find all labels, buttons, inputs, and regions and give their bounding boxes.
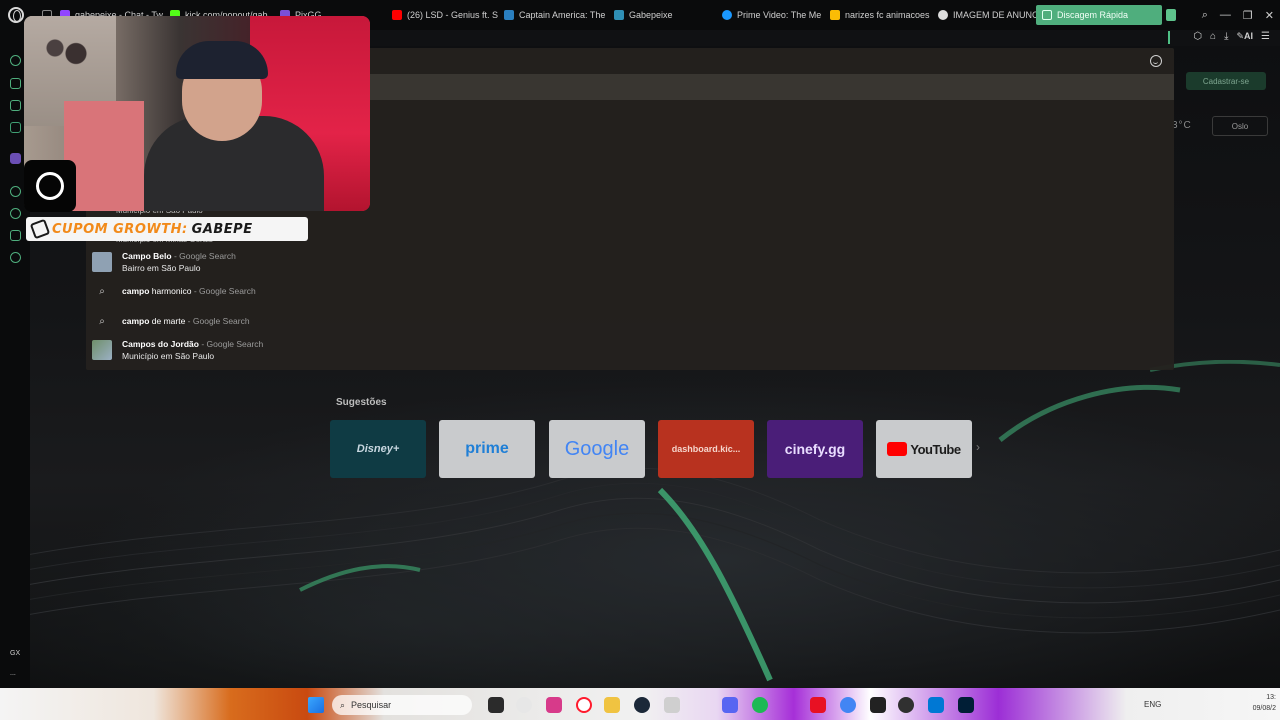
suggestion-item[interactable]: Campo Belo - Google Search Bairro em São… [92,249,392,275]
play-circle-icon[interactable] [10,186,21,197]
extensions-icon[interactable]: ⬡ [1193,31,1202,42]
steam-icon[interactable] [634,697,650,713]
google-drive-favicon-icon [830,10,840,20]
speed-dial-disney[interactable]: Disney+ [330,420,426,478]
tab-imagem-anuncio[interactable]: IMAGEM DE ANUNCI [932,0,1036,30]
speed-dial-google[interactable]: Google [549,420,645,478]
place-thumbnail [92,340,112,360]
menu-icon[interactable]: ☰ [1261,31,1270,42]
streamer-cap [176,41,268,79]
extensions-sidebar-icon[interactable] [10,230,21,241]
wallet-icon[interactable]: ⌂ [1210,31,1216,42]
discord-icon[interactable] [722,697,738,713]
gx-control-icon[interactable] [10,55,21,66]
suggestion-item[interactable]: ⌕ campo harmonico - Google Search [92,278,392,304]
close-icon[interactable]: ✕ [1265,9,1274,22]
app-icon[interactable] [516,697,532,713]
place-thumbnail [92,252,112,272]
taskbar-search[interactable]: ⌕ Pesquisar [332,695,472,715]
chrome-icon[interactable] [840,697,856,713]
download-icon[interactable]: ⤓ [1224,31,1228,42]
obs-icon[interactable] [898,697,914,713]
app-icon[interactable] [664,697,680,713]
toolbar-icons: ⬡ ⌂ ⤓ ✎AI ☰ [1193,31,1270,42]
history-icon[interactable] [10,208,21,219]
app-icon[interactable] [928,697,944,713]
speed-dial-kick-dashboard[interactable]: dashboard.kic... [658,420,754,478]
settings-gear-icon[interactable] [10,252,21,263]
app-icon[interactable] [870,697,886,713]
tab-drive-narizes[interactable]: narizes fc animacoes [824,0,932,30]
speed-dial-next-arrow[interactable]: › [976,440,980,454]
tab-discagem-rapida[interactable]: Discagem Rápida [1036,5,1162,25]
copilot-icon[interactable] [546,697,562,713]
page-favicon-icon [614,10,624,20]
speed-dial-cinefy[interactable]: cinefy.gg [767,420,863,478]
search-icon: ⌕ [99,315,105,327]
sidebar-more-button[interactable]: ... [10,670,16,677]
gx-corner-icon[interactable] [10,78,21,89]
photoshop-icon[interactable] [958,697,974,713]
search-icon: ⌕ [99,285,105,297]
speed-dial-grid-icon [1042,10,1052,20]
aria-ai-button[interactable]: ✎AI [1236,31,1253,42]
m-app-icon[interactable] [10,122,21,133]
speed-dial-title: Sugestões [336,397,387,408]
wave-graphic [0,360,1280,682]
smile-emoji-icon[interactable] [1150,55,1162,67]
background-panel [64,101,144,211]
stream-badge-icon [24,160,76,212]
windows-start-icon[interactable] [308,697,324,713]
opera-gx-logo-icon[interactable] [8,7,24,23]
file-explorer-icon[interactable] [604,697,620,713]
task-view-icon[interactable] [488,697,504,713]
coupon-icon [29,218,51,240]
tab-prime-video[interactable]: Prime Video: The Me [716,0,824,30]
tab-gabepeixe[interactable]: Gabepeixe [608,0,716,30]
search-tabs-icon[interactable]: ⌕ [1202,9,1208,22]
language-indicator[interactable]: ENG [1144,700,1161,709]
speed-dial-prime[interactable]: prime [439,420,535,478]
weather-temperature: 3°C [1172,120,1192,131]
youtube-favicon-icon [392,10,402,20]
app-icon[interactable] [810,697,826,713]
suggestion-item[interactable]: ⌕ campo de marte - Google Search [92,308,392,334]
new-tab-button[interactable] [1166,9,1176,21]
player-icon[interactable] [10,100,21,111]
twitch-icon[interactable] [10,153,21,164]
tab-captain-america[interactable]: Captain America: The [498,0,608,30]
minimize-icon[interactable]: — [1220,9,1231,21]
coupon-banner: CUPOM GROWTH: GABEPE [26,217,308,241]
youtube-logo-icon [887,442,908,456]
google-favicon-icon [938,10,948,20]
system-clock[interactable]: 13: 09/08/2 [1253,692,1276,714]
spotify-icon[interactable] [752,697,768,713]
search-icon: ⌕ [340,699,346,710]
tab-youtube-lsd[interactable]: (26) LSD - Genius ft. S [386,0,498,30]
figurines [34,26,104,81]
prime-favicon-icon [722,10,732,20]
toolbar-separator [1168,31,1170,44]
maximize-icon[interactable]: ❐ [1243,9,1253,22]
suggestion-item[interactable]: Campos do Jordão - Google Search Municíp… [92,337,392,363]
gx-label: GX [10,650,21,657]
speed-dial-youtube[interactable]: YouTube [876,420,972,478]
signup-button[interactable]: Cadastrar-se [1186,72,1266,90]
opera-icon[interactable] [576,697,592,713]
window-controls: ⌕ — ❐ ✕ [1202,0,1274,30]
weather-city-select[interactable]: Oslo [1212,116,1268,136]
page-favicon-icon [504,10,514,20]
